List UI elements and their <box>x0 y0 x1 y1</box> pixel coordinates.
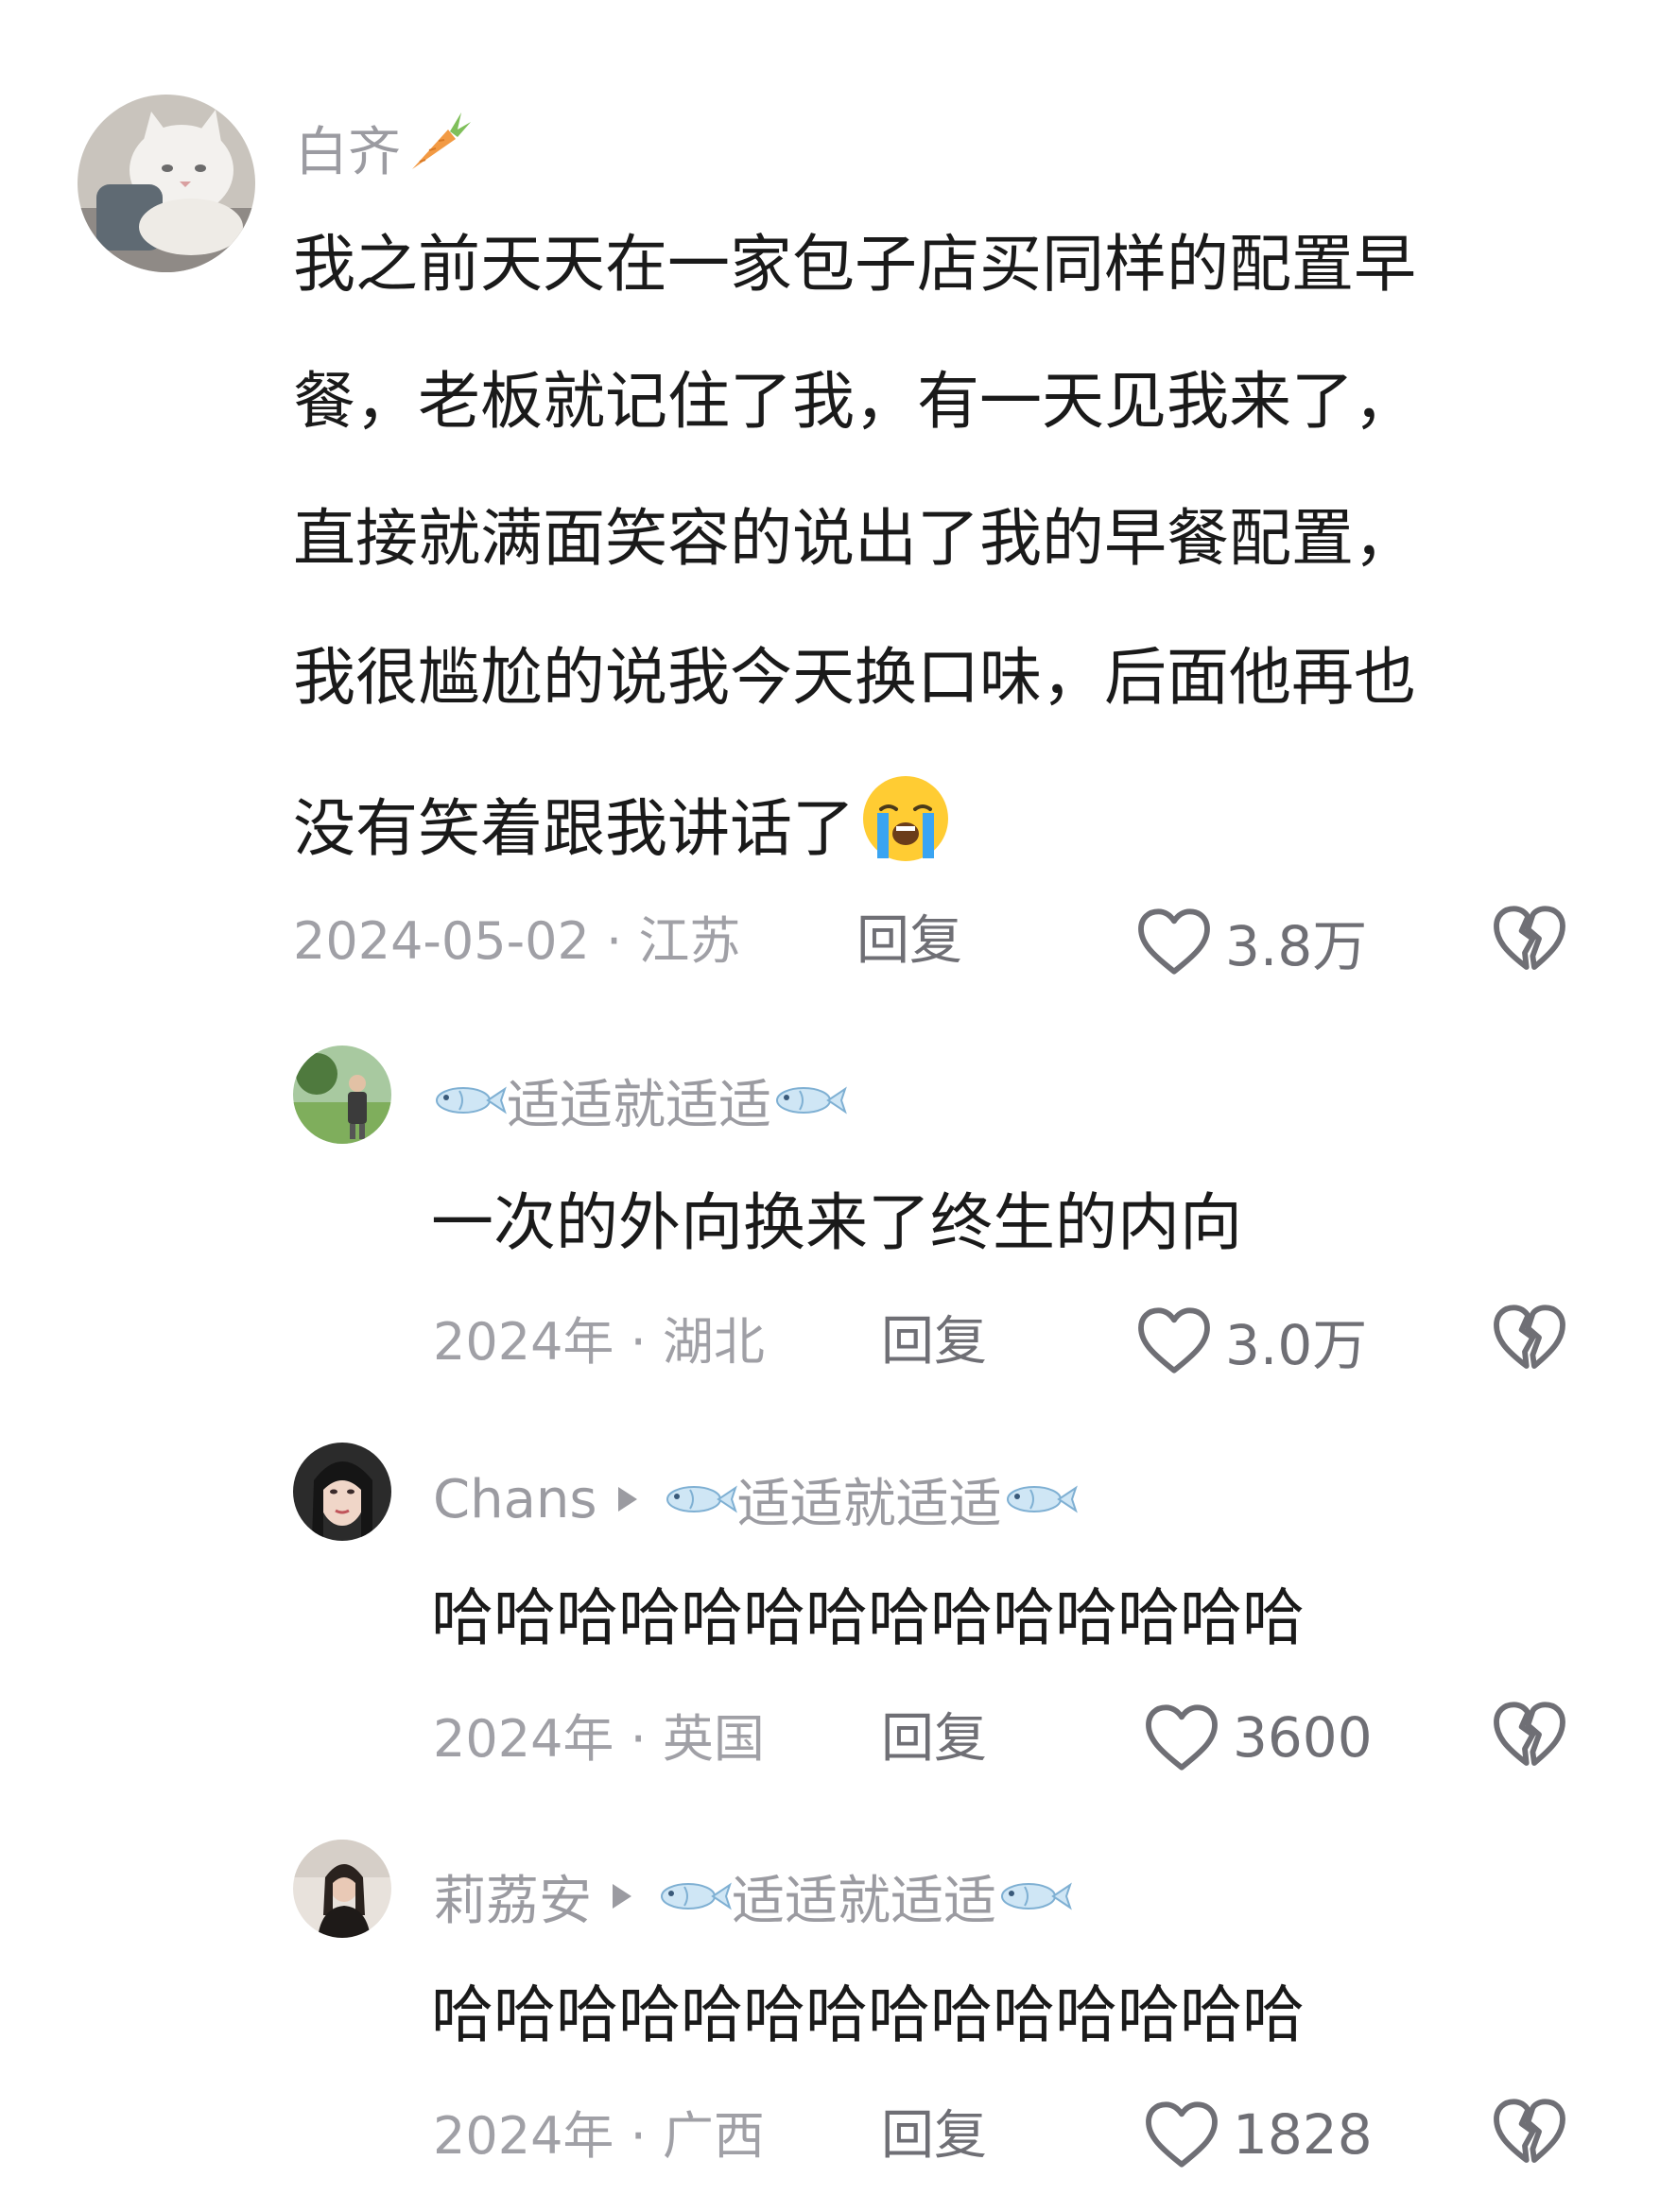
reply-1-author-text: 适适就适适 <box>507 1074 771 1136</box>
fish-icon <box>431 1079 507 1122</box>
broken-heart-icon <box>1492 2097 1567 2167</box>
fish-icon <box>1002 1478 1078 1521</box>
reply-3-like-button[interactable]: 1828 <box>1144 2099 1373 2170</box>
reply-2-reply-button[interactable]: 回复 <box>881 1705 987 1773</box>
reply-1-like-button[interactable]: 3.0万 <box>1136 1305 1367 1377</box>
reply-3-like-count: 1828 <box>1233 2102 1373 2167</box>
reply-2-reply-to[interactable]: 适适就适适 <box>737 1461 1002 1538</box>
reply-2-dislike-button[interactable] <box>1492 1700 1567 1773</box>
author-name-text: 白齐 <box>295 121 401 183</box>
reply-2-date-location: 2024年 · 英国 <box>433 1709 765 1769</box>
comment-line-5-wrap: 没有笑着跟我讲话了 <box>293 773 951 885</box>
reply-3-author[interactable]: 莉荔安 适适就适适 <box>433 1860 1072 1932</box>
reply-3-text: 哈哈哈哈哈哈哈哈哈哈哈哈哈哈 <box>431 1979 1305 2051</box>
fish-icon <box>662 1478 737 1521</box>
reply-3-author-text: 莉荔安 <box>433 1870 592 1932</box>
reply-3-date-location: 2024年 · 广西 <box>433 2106 765 2166</box>
heart-outline-icon <box>1144 1702 1219 1772</box>
comment-date-location: 2024-05-02 · 江苏 <box>293 911 741 971</box>
reply-2-author-text: Chans <box>433 1468 597 1530</box>
comment-line-1: 我之前天天在一家包子店买同样的配置早 <box>293 228 1416 301</box>
reply-button[interactable]: 回复 <box>856 907 962 976</box>
heart-outline-icon <box>1136 907 1212 976</box>
broken-heart-icon <box>1492 904 1567 974</box>
reply-3-reply-button[interactable]: 回复 <box>881 2102 987 2170</box>
comment-line-5: 没有笑着跟我讲话了 <box>293 792 855 865</box>
fish-icon <box>771 1079 847 1122</box>
reply-2-author[interactable]: Chans 适适就适适 <box>433 1463 1078 1535</box>
triangle-right-icon <box>613 1884 631 1909</box>
reply-1-text: 一次的外向换来了终生的内向 <box>431 1186 1242 1259</box>
comment-line-3: 直接就满面笑容的说出了我的早餐配置， <box>293 502 1416 575</box>
comment-line-2: 餐，老板就记住了我，有一天见我来了， <box>293 365 1416 438</box>
reply-1-author[interactable]: 适适就适适 <box>431 1064 847 1136</box>
avatar-cat[interactable] <box>78 95 255 272</box>
fish-icon <box>656 1875 732 1918</box>
reply-1-reply-button[interactable]: 回复 <box>881 1308 987 1376</box>
heart-outline-icon <box>1136 1305 1212 1375</box>
avatar-reply-3[interactable] <box>293 1840 391 1938</box>
comment-line-4: 我很尴尬的说我今天换口味，后面他再也 <box>293 641 1416 714</box>
like-button[interactable]: 3.8万 <box>1136 906 1367 978</box>
reply-2-like-count: 3600 <box>1233 1705 1373 1770</box>
broken-heart-icon <box>1492 1303 1567 1373</box>
loudly-crying-face-icon <box>860 773 951 885</box>
dislike-button[interactable] <box>1492 904 1567 977</box>
carrot-icon <box>406 107 473 188</box>
triangle-right-icon <box>617 1487 637 1512</box>
reply-1-like-count: 3.0万 <box>1225 1313 1368 1377</box>
broken-heart-icon <box>1492 1700 1567 1770</box>
reply-3-dislike-button[interactable] <box>1492 2097 1567 2170</box>
reply-1-dislike-button[interactable] <box>1492 1303 1567 1376</box>
reply-1-date-location: 2024年 · 湖北 <box>433 1312 765 1372</box>
fish-icon <box>996 1875 1072 1918</box>
avatar-reply-2[interactable] <box>293 1443 391 1541</box>
like-count: 3.8万 <box>1225 914 1368 978</box>
reply-3-reply-to[interactable]: 适适就适适 <box>732 1858 996 1935</box>
author-name[interactable]: 白齐 <box>295 112 473 183</box>
heart-outline-icon <box>1144 2100 1219 2169</box>
reply-2-text: 哈哈哈哈哈哈哈哈哈哈哈哈哈哈 <box>431 1581 1305 1654</box>
reply-2-like-button[interactable]: 3600 <box>1144 1702 1373 1773</box>
avatar-reply-1[interactable] <box>293 1046 391 1144</box>
